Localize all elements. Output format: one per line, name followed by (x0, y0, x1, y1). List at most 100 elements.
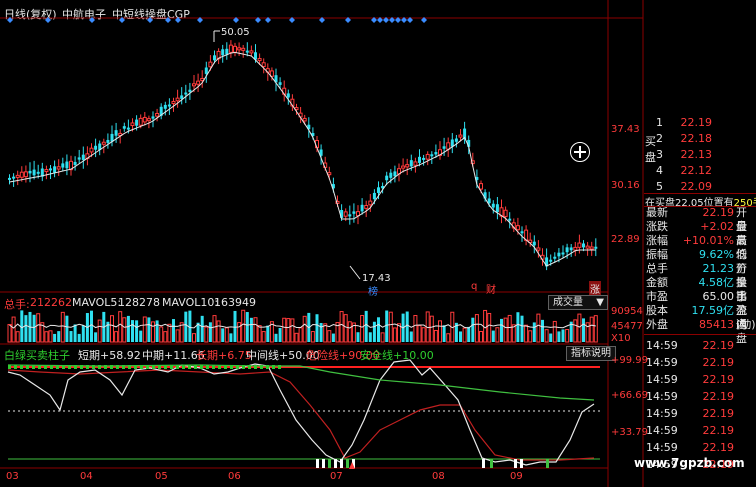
volume-bar (245, 312, 249, 342)
candle-body (377, 187, 380, 193)
volume-bar (552, 320, 557, 343)
volume-bar (520, 315, 524, 342)
quote-field-row: 最新 22.19 开盘 (646, 206, 747, 233)
candle-body (241, 47, 246, 51)
y-tick-indicator: +33.79 (611, 427, 649, 438)
buy-sell-column (316, 459, 319, 468)
candle-body (348, 214, 352, 217)
candle-body (372, 192, 376, 200)
indicator-top-column (74, 365, 77, 369)
candle-body (213, 55, 216, 61)
quote-field-row: 金额 4.58亿 换手 (646, 276, 747, 303)
volume-bar (360, 315, 365, 343)
volume-bar (184, 311, 188, 342)
event-mark-bang[interactable]: 榜 (368, 283, 378, 298)
candle-body (569, 247, 573, 251)
volume-bar (483, 309, 488, 343)
candle-body (425, 153, 430, 160)
candle-body (81, 154, 85, 160)
quote-field-row: 外盘 85413 内盘 (646, 318, 747, 345)
candle-body (237, 47, 242, 51)
volume-bar (249, 317, 253, 342)
volume-bar (536, 313, 541, 343)
volume-bar (364, 310, 368, 342)
candle-body (557, 252, 561, 257)
volume-bar (36, 313, 41, 343)
event-mark-finance[interactable]: 财 (486, 281, 496, 296)
indicator-top-column (92, 365, 95, 369)
chart-canvas[interactable] (0, 0, 756, 487)
volume-bar (491, 330, 495, 342)
volume-bar (323, 323, 328, 343)
buy-sell-column (482, 459, 485, 468)
candle-body (368, 200, 373, 206)
volume-bar (110, 315, 114, 343)
indicator-top-column (104, 365, 107, 369)
candle-body (257, 58, 262, 62)
volume-bar (60, 311, 65, 343)
x-tick: 04 (80, 471, 93, 482)
volume-bar (467, 326, 471, 342)
candle-body (221, 49, 225, 56)
volume-bar (331, 333, 335, 342)
indicator-top-column (236, 365, 239, 369)
buy-sell-column (490, 459, 493, 468)
candle-body (12, 176, 16, 179)
volume-bar (142, 316, 147, 343)
volume-bar (347, 321, 352, 343)
volume-indicator-dropdown[interactable]: 成交量 ▼ (548, 295, 608, 310)
event-mark-q[interactable]: q (471, 281, 477, 292)
volume-bar (118, 311, 123, 343)
candle-body (135, 119, 139, 126)
candle-body (15, 174, 20, 178)
volume-bar (589, 316, 594, 343)
candle-body (73, 161, 77, 165)
candle-body (409, 160, 413, 167)
mid-term-line (7, 369, 595, 461)
indicator-top-column (32, 365, 35, 369)
volume-bar (224, 327, 229, 343)
volume-bar (15, 331, 20, 343)
volume-bar (429, 315, 434, 343)
volume-bar (65, 315, 69, 342)
candle-body (278, 82, 282, 85)
quote-field-row: 股本 17.59亿 流通 (646, 304, 747, 331)
volume-bar (151, 321, 155, 343)
candle-body (249, 50, 254, 54)
indicator-top-column (212, 365, 215, 369)
volume-bar (229, 333, 233, 342)
candle-body (577, 242, 582, 248)
event-mark-limit-up[interactable]: 涨 (589, 281, 601, 296)
candle-body (495, 204, 499, 213)
candle-body (401, 165, 406, 169)
moving-average-line (9, 51, 596, 267)
high-price-label: 50.05 (221, 27, 250, 38)
candle-body (434, 152, 438, 155)
indicator-help-button[interactable]: 指标说明 (566, 346, 616, 361)
tick-row: 14:59 22.19 (646, 407, 734, 420)
watermark: www.7gpzb.com (634, 456, 745, 470)
buy-sell-column (328, 459, 331, 468)
x-tick: 06 (228, 471, 241, 482)
x-tick: 05 (155, 471, 168, 482)
ask-row: 2 22.18 (656, 132, 712, 145)
volume-bar (7, 323, 12, 343)
candle-body (94, 145, 98, 150)
indicator-top-column (152, 365, 155, 369)
indicator-top-column (44, 365, 47, 369)
candle-body (413, 161, 418, 166)
volume-bar (175, 329, 180, 343)
indicator-top-column (242, 365, 245, 369)
indicator-top-column (116, 365, 119, 369)
candle-body (53, 166, 57, 173)
candle-body (130, 122, 135, 127)
candle-body (56, 166, 61, 170)
indicator-item-safe: 安全线+10.00 (360, 349, 434, 362)
indicator-top-column (14, 365, 17, 369)
candle-body (454, 138, 458, 142)
indicator-top-column (80, 365, 83, 369)
volume-bar (114, 331, 119, 343)
tick-row: 14:59 22.19 (646, 339, 734, 352)
candle-body (585, 245, 590, 249)
candle-body (393, 171, 397, 177)
